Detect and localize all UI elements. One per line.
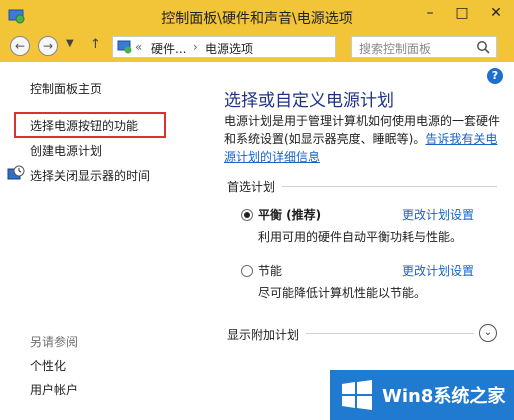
search-placeholder: 搜索控制面板: [359, 42, 432, 56]
search-box[interactable]: 搜索控制面板: [351, 36, 497, 58]
plan-power-saver-description: 尽可能降低计算机性能以节能。: [258, 286, 427, 300]
show-additional-plans-label[interactable]: 显示附加计划: [227, 326, 299, 343]
expand-chevron-icon[interactable]: ⌄: [479, 324, 497, 342]
navigation-bar: ← → ▼ ↑ « 硬件... › 电源选项 ▼ ↻ 搜索控制面板: [0, 32, 514, 62]
up-arrow-icon[interactable]: ↑: [90, 37, 101, 52]
close-button[interactable]: ✕: [480, 1, 512, 25]
plan-balanced-radio[interactable]: [241, 209, 253, 221]
breadcrumb-separator: ›: [193, 40, 198, 54]
plan-power-saver-radio[interactable]: [241, 265, 253, 277]
plan-power-saver-change-settings-link[interactable]: 更改计划设置: [402, 262, 474, 279]
breadcrumb-hardware[interactable]: 硬件...: [151, 40, 186, 57]
plan-balanced-change-settings-link[interactable]: 更改计划设置: [402, 206, 474, 223]
windows-logo-icon: [340, 379, 374, 411]
section-divider: [282, 186, 497, 187]
breadcrumb-chevron-icon: «: [135, 40, 143, 54]
additional-plans-divider: [306, 333, 474, 334]
plan-balanced-description: 利用可用的硬件自动平衡功耗与性能。: [258, 230, 463, 244]
sidebar-item-display-off-time[interactable]: 选择关闭显示器的时间: [30, 167, 150, 184]
sidebar-item-create-power-plan[interactable]: 创建电源计划: [30, 142, 102, 159]
back-arrow-icon[interactable]: ←: [10, 36, 30, 56]
plan-power-saver-name[interactable]: 节能: [258, 262, 282, 279]
page-description: 电源计划是用于管理计算机如何使用电源的一套硬件和系统设置(如显示器亮度、睡眠等)…: [224, 112, 502, 166]
recent-pages-chevron-icon[interactable]: ▼: [66, 38, 74, 49]
maximize-button[interactable]: □: [446, 1, 478, 25]
address-bar[interactable]: « 硬件... › 电源选项 ▼ ↻: [112, 36, 436, 58]
radio-selected-dot: [244, 212, 250, 218]
control-panel-home-link[interactable]: 控制面板主页: [30, 80, 102, 97]
search-icon[interactable]: [476, 40, 490, 54]
page-title: 选择或自定义电源计划: [224, 91, 394, 111]
sidebar-item-power-button-function[interactable]: 选择电源按钮的功能: [30, 117, 138, 134]
watermark-text: Win8系统之家: [382, 386, 506, 407]
preferred-plans-label: 首选计划: [227, 180, 276, 194]
plan-balanced-name[interactable]: 平衡 (推荐): [258, 206, 321, 223]
see-also-personalization-link[interactable]: 个性化: [30, 357, 66, 374]
minimize-button[interactable]: –: [414, 1, 446, 25]
display-clock-icon: [7, 165, 25, 183]
see-also-user-accounts-link[interactable]: 用户帐户: [30, 381, 78, 398]
forward-arrow-icon[interactable]: →: [38, 36, 58, 56]
breadcrumb-power-options[interactable]: 电源选项: [205, 40, 253, 57]
help-icon[interactable]: ?: [487, 68, 503, 84]
see-also-title: 另请参阅: [30, 335, 79, 349]
control-panel-icon: [117, 40, 133, 54]
